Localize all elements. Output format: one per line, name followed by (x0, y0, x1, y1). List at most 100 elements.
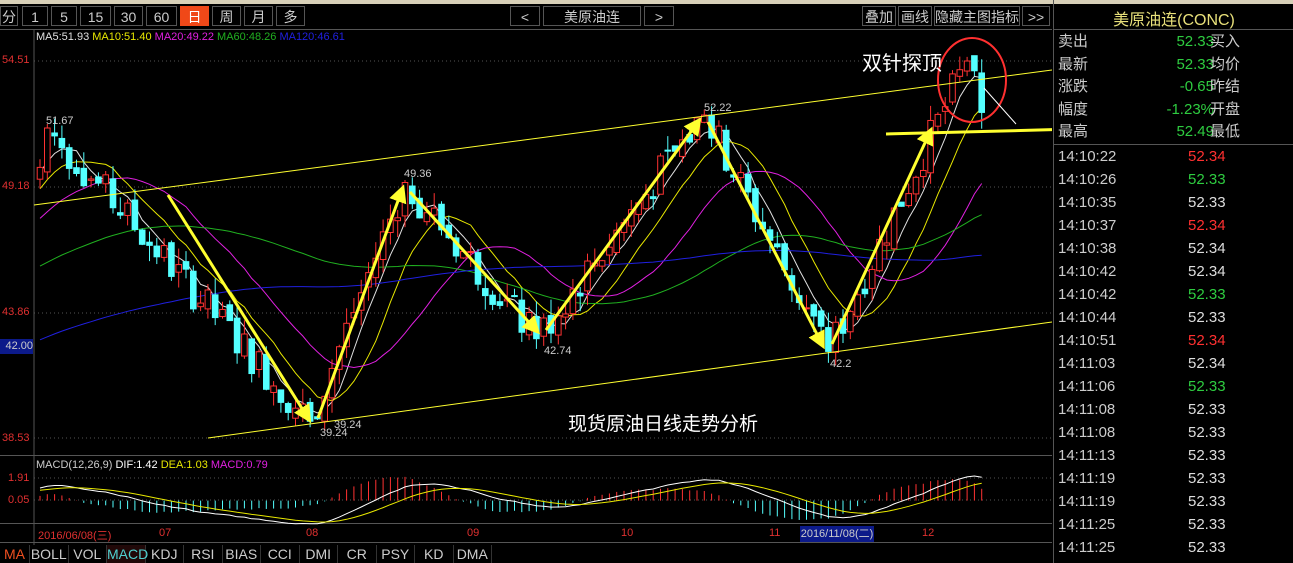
candle-body (927, 119, 934, 174)
quote-label: 最高 (1058, 123, 1089, 141)
tab-vol[interactable]: VOL (69, 545, 107, 563)
tick-row: 14:10:22 52.34 (1058, 145, 1293, 168)
quote-label-2: 买入 (1210, 33, 1241, 50)
candle-body (912, 176, 920, 195)
tab-psy[interactable]: PSY (377, 545, 415, 563)
tick-time: 14:11:08 (1058, 401, 1116, 418)
tick-price: 52.34 (1188, 263, 1226, 280)
tab-cci[interactable]: CCI (261, 545, 300, 563)
candle (613, 222, 621, 256)
candle (146, 231, 153, 262)
tick-row: 14:11:19 52.33 (1058, 490, 1293, 513)
tick-price: 52.34 (1188, 148, 1226, 165)
tab-ma[interactable]: MA (0, 545, 30, 563)
upper-channel-line (33, 69, 1052, 206)
candle (226, 300, 234, 322)
tick-row: 14:10:38 52.34 (1058, 237, 1293, 260)
candle (211, 278, 219, 326)
tab-bias[interactable]: BIAS (223, 545, 261, 563)
macd-axis-label: 1.91 (8, 472, 30, 484)
candle (825, 312, 832, 363)
price-label: 49.36 (404, 168, 432, 180)
tick-time: 14:10:51 (1058, 332, 1117, 349)
quote-value: -0.65 (1179, 78, 1214, 96)
month-label: 09 (467, 527, 480, 539)
price-label: 42.2 (830, 358, 851, 370)
candle-body (58, 137, 66, 149)
tick-time: 14:10:42 (1058, 286, 1117, 303)
tick-row: 14:11:03 52.34 (1058, 352, 1293, 375)
candle (971, 55, 978, 76)
tab-kdj[interactable]: KDJ (146, 545, 184, 563)
candle (138, 228, 146, 246)
quote-label-2: 昨结 (1210, 78, 1241, 96)
tick-price: 52.34 (1188, 240, 1226, 257)
candle (569, 278, 577, 321)
candle-body (241, 333, 248, 357)
candle (182, 251, 190, 279)
tick-row: 14:10:42 52.34 (1058, 260, 1293, 283)
trend-arrow (830, 126, 934, 345)
candle-body (160, 245, 168, 258)
candle-body (664, 149, 672, 152)
candle (722, 124, 730, 173)
tick-price: 52.33 (1188, 539, 1226, 556)
candle (124, 199, 131, 226)
candle-body (226, 304, 234, 322)
candle-body (737, 172, 745, 179)
tick-time: 14:10:42 (1058, 263, 1117, 280)
candle-body (905, 193, 913, 207)
tab-dmi[interactable]: DMI (300, 545, 338, 563)
month-label: 07 (159, 527, 172, 539)
candle-body (131, 199, 139, 230)
tick-row: 14:11:08 52.33 (1058, 398, 1293, 421)
dea-line (39, 482, 982, 523)
tick-price: 52.33 (1188, 424, 1226, 441)
tab-dma[interactable]: DMA (454, 545, 492, 563)
candle-body (138, 229, 146, 245)
candle (401, 179, 409, 228)
quote-value: 52.33 (1176, 33, 1214, 50)
candle-body (168, 242, 175, 277)
candle (817, 307, 825, 332)
candle-body (744, 173, 752, 193)
candle-body (540, 317, 548, 337)
candle-body (87, 178, 95, 181)
candle-body (971, 55, 978, 72)
candle (65, 143, 73, 180)
candle (394, 210, 401, 238)
candle-body (233, 317, 241, 354)
tab-macd[interactable]: MACD (107, 545, 148, 563)
candle-body (861, 288, 869, 295)
small-arrow (983, 87, 1017, 125)
tab-boll[interactable]: BOLL (30, 545, 69, 563)
candle-body (482, 288, 489, 297)
candle-body (117, 212, 124, 216)
quote-row: 最新 52.33 均价 (1058, 54, 1293, 76)
tick-row: 14:10:51 52.34 (1058, 329, 1293, 352)
candle (168, 240, 175, 281)
macd-axis-label: 0.05 (8, 494, 30, 506)
tick-time: 14:11:25 (1058, 539, 1116, 556)
tick-price: 52.33 (1188, 470, 1226, 487)
trend-arrow (544, 117, 702, 331)
ma10-line (39, 107, 983, 402)
candle (197, 290, 204, 312)
candle (533, 301, 540, 349)
candle-body (284, 403, 292, 413)
candle (949, 70, 956, 105)
tick-time: 14:11:08 (1058, 424, 1116, 441)
tick-time: 14:10:22 (1058, 148, 1117, 165)
tick-time: 14:10:38 (1058, 240, 1117, 257)
candle-body (898, 201, 905, 207)
tab-kd[interactable]: KD (415, 545, 454, 563)
candle-body (847, 310, 854, 333)
tick-time: 14:10:37 (1058, 217, 1117, 234)
candle (102, 170, 110, 193)
tab-rsi[interactable]: RSI (184, 545, 223, 563)
candle-body (949, 73, 956, 103)
candle-body (102, 174, 110, 185)
quote-label: 涨跌 (1058, 78, 1089, 96)
candle (248, 338, 255, 383)
tab-cr[interactable]: CR (338, 545, 377, 563)
